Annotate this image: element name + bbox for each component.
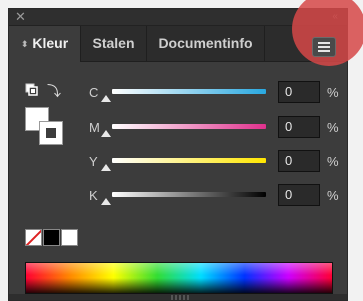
tab-kleur[interactable]: ⬍ Kleur bbox=[9, 26, 81, 62]
tab-label: Documentinfo bbox=[158, 35, 253, 51]
black-unit: % bbox=[327, 188, 339, 203]
color-panel: ✕ ‹‹ ⬍Kleur Stalen Documentinfo ⤵ C 0 % … bbox=[8, 8, 348, 301]
cyan-slider[interactable] bbox=[112, 89, 266, 94]
black-color-swatch[interactable] bbox=[43, 229, 60, 246]
resize-grip-icon[interactable] bbox=[171, 295, 191, 300]
color-spectrum-ramp[interactable] bbox=[25, 262, 333, 294]
yellow-unit: % bbox=[327, 154, 339, 169]
sort-arrows-icon: ⬍ bbox=[20, 39, 29, 49]
magenta-slider-thumb[interactable] bbox=[101, 130, 111, 137]
black-input[interactable]: 0 bbox=[278, 184, 320, 206]
swap-arrows-icon[interactable]: ⤵ bbox=[47, 83, 63, 99]
black-slider-thumb[interactable] bbox=[101, 198, 111, 205]
magenta-unit: % bbox=[327, 120, 339, 135]
cyan-slider-thumb[interactable] bbox=[101, 95, 111, 102]
close-icon[interactable]: ✕ bbox=[15, 9, 26, 25]
magenta-input[interactable]: 0 bbox=[278, 116, 320, 138]
default-fill-stroke-icon[interactable] bbox=[25, 83, 39, 97]
yellow-slider[interactable] bbox=[112, 158, 266, 163]
white-color-swatch[interactable] bbox=[61, 229, 78, 246]
stroke-swatch[interactable] bbox=[39, 121, 63, 145]
tab-label: Stalen bbox=[92, 35, 135, 51]
yellow-input[interactable]: 0 bbox=[278, 150, 320, 172]
panel-menu-button[interactable] bbox=[312, 37, 336, 57]
panel-bottom-bar bbox=[9, 294, 347, 300]
magenta-slider[interactable] bbox=[112, 124, 266, 129]
tab-label: Kleur bbox=[32, 35, 69, 51]
tab-stalen[interactable]: Stalen bbox=[81, 26, 147, 61]
tab-documentinfo[interactable]: Documentinfo bbox=[147, 26, 265, 61]
cyan-unit: % bbox=[327, 85, 339, 100]
yellow-slider-thumb[interactable] bbox=[101, 164, 111, 171]
none-color-swatch[interactable] bbox=[25, 229, 42, 246]
black-slider[interactable] bbox=[112, 192, 266, 197]
cyan-input[interactable]: 0 bbox=[278, 81, 320, 103]
